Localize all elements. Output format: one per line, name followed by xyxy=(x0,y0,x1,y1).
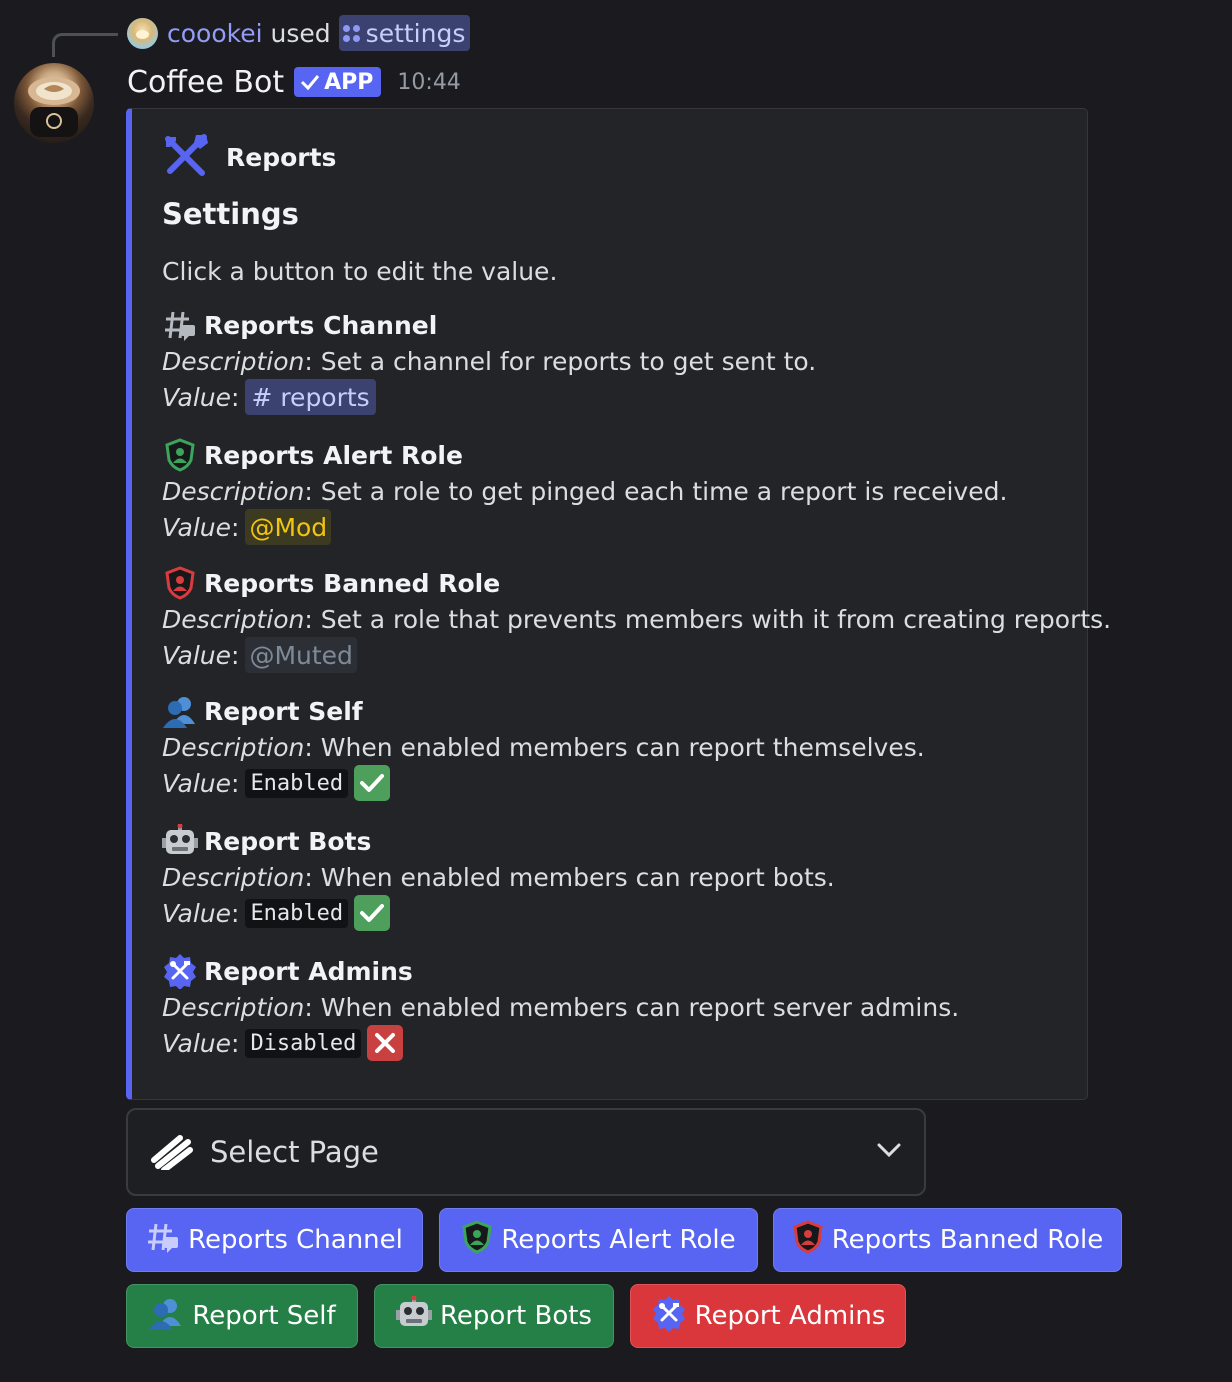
command-mention[interactable]: settings xyxy=(338,15,471,51)
field-name: Reports Banned Role xyxy=(204,568,501,598)
field-name: Report Admins xyxy=(204,956,413,986)
cross-mark-icon xyxy=(367,1025,404,1061)
red-shield-user-icon xyxy=(162,565,198,601)
field-report-bots: Report Bots Description: When enabled me… xyxy=(162,823,1082,931)
bot-name[interactable]: Coffee Bot xyxy=(127,65,284,100)
robot-icon xyxy=(396,1295,433,1337)
field-reports-banned-role: Reports Banned Role Description: Set a r… xyxy=(162,565,1111,673)
field-description: When enabled members can report bots. xyxy=(320,862,835,892)
select-page-dropdown[interactable]: Select Page xyxy=(126,1108,926,1196)
reply-context[interactable]: coookei used settings xyxy=(127,15,471,51)
button-label: Report Bots xyxy=(440,1301,592,1331)
description-label: Description xyxy=(162,992,305,1022)
button-label: Report Admins xyxy=(694,1301,886,1331)
members-icon xyxy=(162,693,198,729)
report-admins-button[interactable]: Report Admins xyxy=(630,1284,906,1348)
field-report-admins: Report Admins Description: When enabled … xyxy=(162,953,1082,1061)
report-bots-button[interactable]: Report Bots xyxy=(374,1284,614,1348)
description-label: Description xyxy=(162,346,305,376)
reply-user-avatar[interactable] xyxy=(127,17,158,49)
members-icon xyxy=(148,1296,184,1337)
field-description: Set a role that prevents members with it… xyxy=(320,604,1112,634)
description-label: Description xyxy=(162,604,305,634)
green-shield-user-icon xyxy=(162,437,198,473)
hammer-wrench-icon xyxy=(162,133,210,181)
value-label: Value xyxy=(162,768,231,798)
value-label: Value xyxy=(162,382,231,412)
report-self-button[interactable]: Report Self xyxy=(126,1284,358,1348)
button-label: Reports Banned Role xyxy=(831,1225,1104,1255)
value-code: Enabled xyxy=(245,898,349,928)
admin-tools-icon xyxy=(162,953,198,989)
settings-embed: Reports Settings Click a button to edit … xyxy=(126,108,1111,1100)
value-label: Value xyxy=(162,898,231,928)
description-label: Description xyxy=(162,862,305,892)
description-label: Description xyxy=(162,732,305,762)
field-reports-channel: Reports Channel Description: Set a chann… xyxy=(162,307,1082,415)
field-description: When enabled members can report server a… xyxy=(320,992,960,1022)
embed-author-name: Reports xyxy=(226,142,337,172)
reports-channel-button[interactable]: Reports Channel xyxy=(126,1208,423,1272)
field-name: Reports Alert Role xyxy=(204,440,463,470)
bot-avatar[interactable] xyxy=(14,63,94,143)
channel-mention[interactable]: # reports xyxy=(245,379,376,415)
channel-hash-icon xyxy=(162,307,198,343)
select-placeholder: Select Page xyxy=(210,1135,379,1169)
value-label: Value xyxy=(162,512,231,542)
check-mark-icon xyxy=(354,895,391,931)
value-label: Value xyxy=(162,640,231,670)
app-command-icon xyxy=(342,24,360,42)
field-description: When enabled members can report themselv… xyxy=(320,732,925,762)
reply-username[interactable]: coookei xyxy=(167,19,263,48)
verified-check-icon xyxy=(301,75,320,91)
embed-title: Settings xyxy=(162,197,299,231)
check-mark-icon xyxy=(354,765,391,801)
reply-verb: used xyxy=(270,18,331,48)
channel-hash-icon xyxy=(146,1220,180,1261)
admin-tools-icon xyxy=(651,1295,687,1338)
button-label: Reports Alert Role xyxy=(501,1225,736,1255)
pages-stack-icon xyxy=(150,1130,194,1174)
chevron-down-icon xyxy=(876,1142,902,1162)
field-description: Set a role to get pinged each time a rep… xyxy=(320,476,1008,506)
message-header: Coffee Bot APP 10:44 xyxy=(127,62,461,102)
value-code: Disabled xyxy=(245,1028,362,1058)
description-label: Description xyxy=(162,476,305,506)
app-badge: APP xyxy=(294,67,382,97)
reply-connector xyxy=(52,33,118,57)
command-name: settings xyxy=(365,18,466,48)
embed-description: Click a button to edit the value. xyxy=(162,257,558,286)
field-report-self: Report Self Description: When enabled me… xyxy=(162,693,1082,801)
app-badge-label: APP xyxy=(324,69,374,95)
role-mention-muted[interactable]: @Muted xyxy=(245,637,357,673)
button-label: Report Self xyxy=(192,1301,336,1331)
value-label: Value xyxy=(162,1028,231,1058)
button-label: Reports Channel xyxy=(188,1225,403,1255)
reports-alert-role-button[interactable]: Reports Alert Role xyxy=(439,1208,758,1272)
red-shield-user-icon xyxy=(792,1219,824,1261)
field-name: Report Bots xyxy=(204,826,372,856)
reports-banned-role-button[interactable]: Reports Banned Role xyxy=(773,1208,1122,1272)
role-mention-mod[interactable]: @Mod xyxy=(245,509,332,545)
timestamp[interactable]: 10:44 xyxy=(397,70,460,95)
robot-icon xyxy=(162,823,198,859)
field-reports-alert-role: Reports Alert Role Description: Set a ro… xyxy=(162,437,1082,545)
value-code: Enabled xyxy=(245,768,349,798)
field-description: Set a channel for reports to get sent to… xyxy=(320,346,817,376)
field-name: Reports Channel xyxy=(204,310,438,340)
green-shield-user-icon xyxy=(461,1219,493,1261)
field-name: Report Self xyxy=(204,696,363,726)
embed-author: Reports xyxy=(162,133,336,181)
